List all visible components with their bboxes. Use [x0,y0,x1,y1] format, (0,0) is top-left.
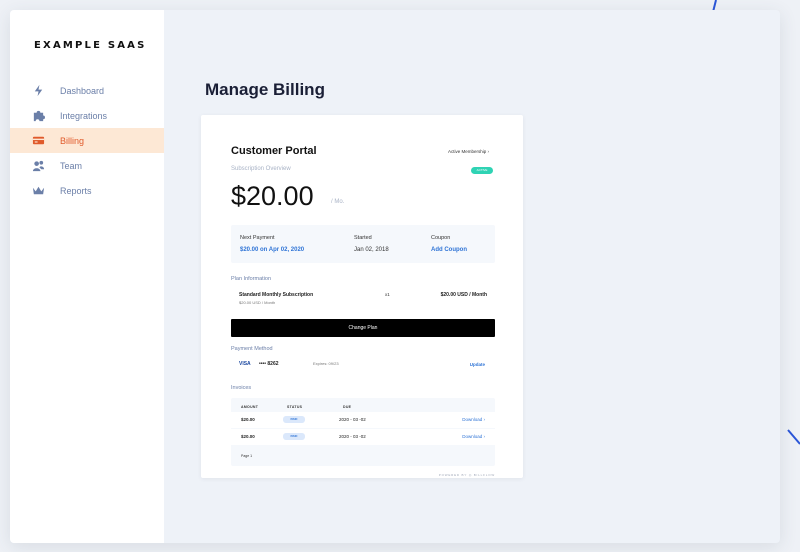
sidebar-item-dashboard[interactable]: Dashboard [10,78,164,103]
decorative-line-right [787,429,800,445]
next-payment-value: $20.00 on Apr 02, 2020 [240,247,305,253]
active-membership-link[interactable]: Active Membership › [448,149,489,154]
sidebar: EXAMPLE SAAS Dashboard Integrations Bill… [10,10,164,543]
plan-quantity: x1 [385,292,390,297]
download-invoice-link[interactable]: Download › [462,417,485,422]
app-window: EXAMPLE SAAS Dashboard Integrations Bill… [10,10,780,543]
invoice-status-badge: PAID [283,433,305,440]
sidebar-item-label: Reports [60,185,92,196]
page-title: Manage Billing [205,80,325,99]
payment-method-label: Payment Method [231,346,273,352]
column-header-due: DUE [343,405,352,409]
change-plan-button[interactable]: Change Plan [231,319,495,337]
card-number: •••• 8262 [259,361,279,367]
credit-card-icon [31,134,45,148]
next-payment-label: Next Payment [240,235,275,241]
brand-logo: EXAMPLE SAAS [34,40,147,51]
invoice-status-badge: PAID [283,416,305,423]
customer-portal-card: Customer Portal Active Membership › Subs… [201,115,523,478]
sidebar-nav: Dashboard Integrations Billing Team Repo… [10,78,164,203]
column-header-status: STATUS [287,405,303,409]
table-row: $20.00 PAID 2020 - 03 -02 Download › [231,412,495,428]
download-invoice-link[interactable]: Download › [462,434,485,439]
subscription-summary: Next Payment $20.00 on Apr 02, 2020 Star… [231,225,495,263]
invoice-date: 2020 - 03 -02 [339,434,366,439]
card-expiry: Expires: 09/23 [313,361,339,366]
invoices-label: Invoices [231,385,252,391]
powered-by-footer: POWERED BY ◎ BILLFLOW [438,473,495,477]
invoice-amount: $20.00 [241,434,255,439]
price-period: / Mo. [331,199,345,205]
plan-information-label: Plan Information [231,276,272,282]
sidebar-item-billing[interactable]: Billing [10,128,164,153]
plan-row: Standard Monthly Subscription $20.00 USD… [231,287,495,311]
sidebar-item-integrations[interactable]: Integrations [10,103,164,128]
started-label: Started [354,235,372,241]
plan-price: $20.00 USD / Month [440,292,487,298]
add-coupon-link[interactable]: Add Coupon [431,247,467,253]
users-icon [31,159,45,173]
status-badge: ACTIVE [471,167,493,174]
crown-icon [31,184,45,198]
update-payment-link[interactable]: Update [470,362,485,367]
sidebar-item-label: Billing [60,135,85,146]
coupon-label: Coupon [431,235,451,241]
column-header-amount: AMOUNT [241,405,259,409]
invoices-table: AMOUNT STATUS DUE $20.00 PAID 2020 - 03 … [231,398,495,466]
portal-title: Customer Portal [231,145,317,157]
invoice-amount: $20.00 [241,417,255,422]
plan-name: Standard Monthly Subscription [239,292,314,298]
subscription-overview-label: Subscription Overview [231,166,291,172]
plan-subtitle: $20.00 USD / Month [239,300,276,305]
sidebar-item-team[interactable]: Team [10,153,164,178]
sidebar-item-reports[interactable]: Reports [10,178,164,203]
sidebar-item-label: Team [60,160,83,171]
subscription-price: $20.00 [231,181,314,211]
bolt-icon [31,84,45,98]
sidebar-item-label: Integrations [60,110,108,121]
invoice-page-indicator: Page 1 [241,454,253,458]
puzzle-icon [31,109,45,123]
payment-method-row: VISA •••• 8262 Expires: 09/23 Update [231,358,495,372]
table-row: $20.00 PAID 2020 - 03 -02 Download › [231,429,495,445]
visa-logo: VISA [239,361,251,367]
started-value: Jan 02, 2018 [354,247,389,253]
sidebar-item-label: Dashboard [60,85,105,96]
invoice-date: 2020 - 03 -02 [339,417,366,422]
